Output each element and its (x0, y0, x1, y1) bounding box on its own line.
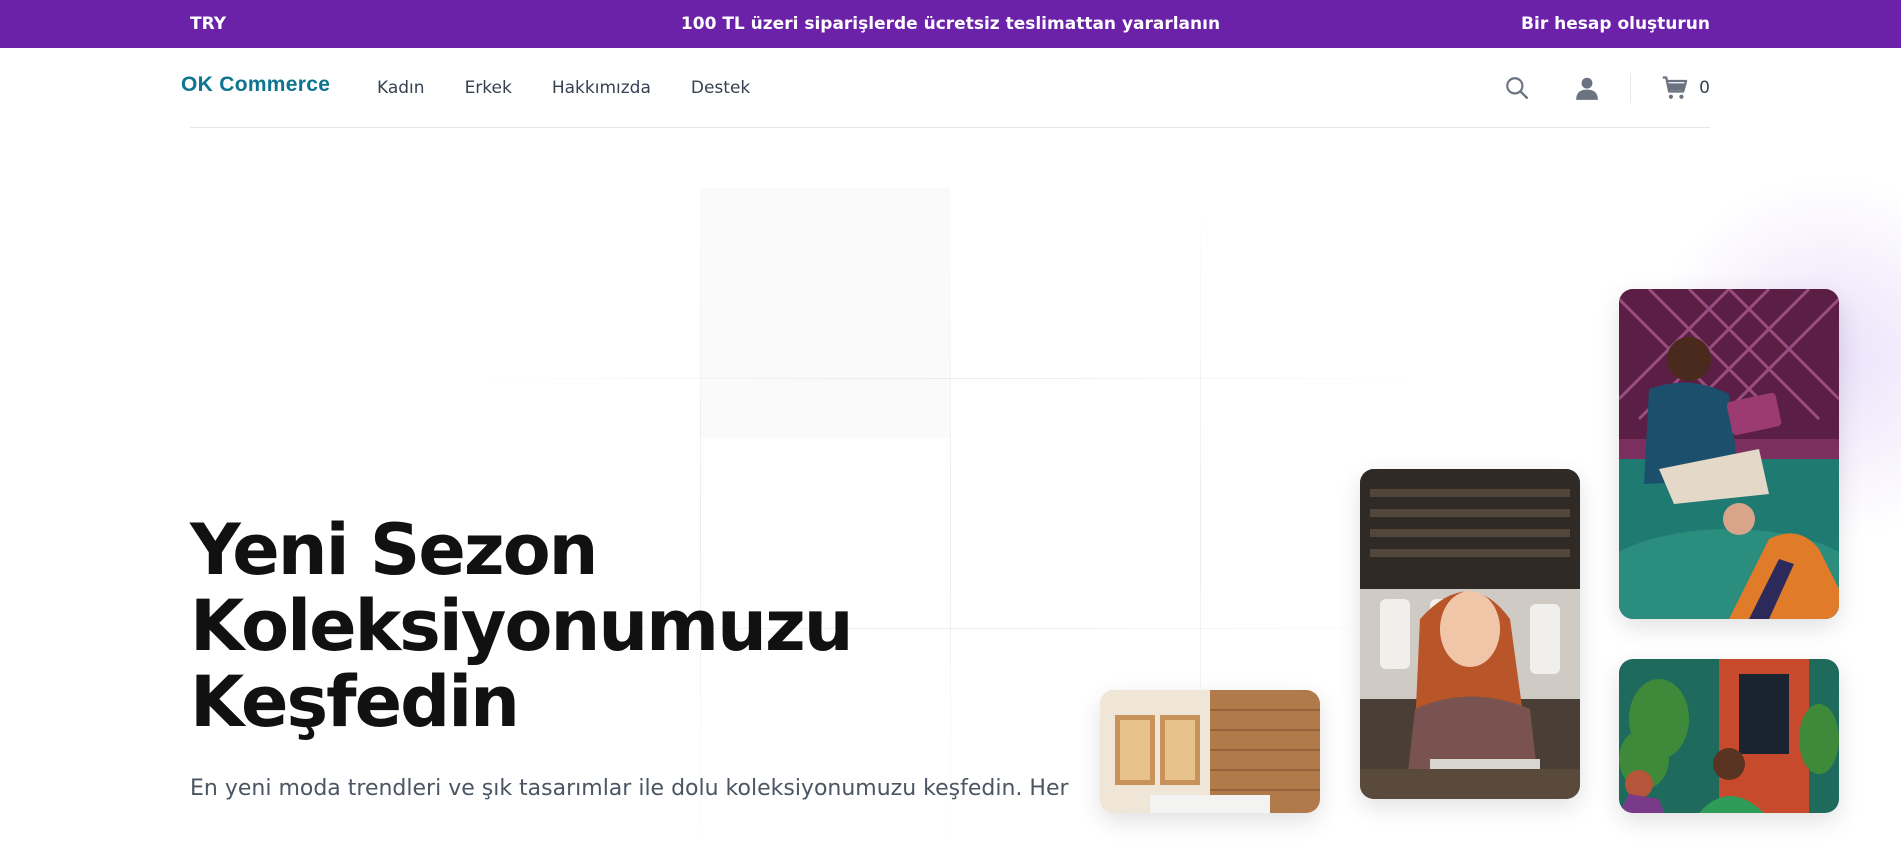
grid-line (950, 188, 951, 868)
hero-photo-office (1100, 690, 1320, 813)
grid-tile (700, 188, 950, 438)
store-logo[interactable]: OK Commerce (181, 73, 330, 97)
create-account-link[interactable]: Bir hesap oluşturun (1521, 0, 1710, 48)
nav-link-about[interactable]: Hakkımızda (552, 78, 651, 98)
hero-title: Yeni Sezon Koleksiyonumuzu Keşfedin (190, 512, 890, 740)
nav-divider (1630, 73, 1632, 103)
nav-links: Kadın Erkek Hakkımızda Destek (377, 48, 750, 128)
hero-title-line: Koleksiyonumuzu (190, 585, 854, 667)
main-navigation: OK Commerce Kadın Erkek Hakkımızda Deste… (0, 48, 1901, 128)
hero-photo-woman-with-laptop (1360, 469, 1580, 799)
hero-title-line: Keşfedin (190, 661, 520, 743)
nav-actions: 0 (1504, 48, 1710, 128)
grid-line (450, 378, 1450, 379)
search-icon[interactable] (1504, 75, 1530, 101)
user-icon[interactable] (1574, 75, 1600, 101)
announcement-bar: TRY 100 TL üzeri siparişlerde ücretsiz t… (0, 0, 1901, 48)
nav-link-men[interactable]: Erkek (465, 78, 512, 98)
cart-count: 0 (1699, 78, 1710, 98)
hero-description: En yeni moda trendleri ve şık tasarımlar… (190, 776, 1069, 801)
nav-link-support[interactable]: Destek (691, 78, 750, 98)
hero-photo-women-chatting (1619, 659, 1839, 813)
cart-icon[interactable] (1661, 74, 1689, 102)
nav-link-women[interactable]: Kadın (377, 78, 425, 98)
hero-title-line: Yeni Sezon (190, 509, 599, 591)
hero-photo-man-with-tablet (1619, 289, 1839, 619)
